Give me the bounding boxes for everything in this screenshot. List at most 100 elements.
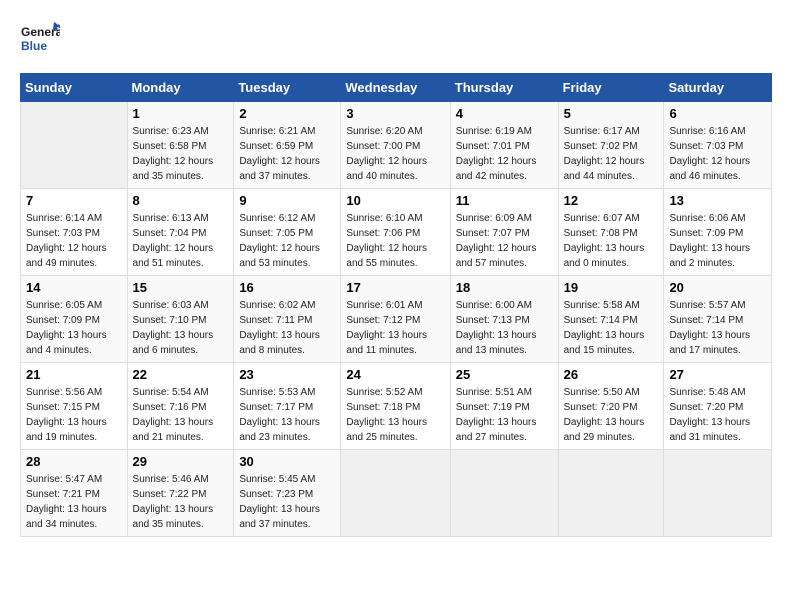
day-info: Sunrise: 6:13 AMSunset: 7:04 PMDaylight:… (133, 211, 229, 271)
day-number: 11 (456, 193, 553, 208)
calendar-week-row: 1Sunrise: 6:23 AMSunset: 6:58 PMDaylight… (21, 102, 772, 189)
svg-text:Blue: Blue (21, 39, 47, 53)
day-number: 10 (346, 193, 444, 208)
day-number: 22 (133, 367, 229, 382)
calendar-cell: 17 Sunrise: 6:01 AMSunset: 7:12 PMDayligh… (341, 276, 450, 363)
day-number: 16 (239, 280, 335, 295)
day-number: 23 (239, 367, 335, 382)
calendar-cell (450, 450, 558, 537)
weekday-header: Wednesday (341, 74, 450, 102)
calendar-cell (21, 102, 128, 189)
calendar-cell (558, 450, 664, 537)
weekday-header: Tuesday (234, 74, 341, 102)
calendar-cell: 20 Sunrise: 5:57 AMSunset: 7:14 PMDayligh… (664, 276, 772, 363)
day-number: 20 (669, 280, 766, 295)
day-info: Sunrise: 5:54 AMSunset: 7:16 PMDaylight:… (133, 385, 229, 445)
calendar-cell: 16Sunrise: 6:02 AMSunset: 7:11 PMDayligh… (234, 276, 341, 363)
calendar-cell (664, 450, 772, 537)
day-number: 30 (239, 454, 335, 469)
day-info: Sunrise: 5:52 AMSunset: 7:18 PMDaylight:… (346, 385, 444, 445)
day-number: 21 (26, 367, 122, 382)
calendar-cell: 27 Sunrise: 5:48 AMSunset: 7:20 PMDayligh… (664, 363, 772, 450)
day-number: 13 (669, 193, 766, 208)
day-info: Sunrise: 5:50 AMSunset: 7:20 PMDaylight:… (564, 385, 659, 445)
day-info: Sunrise: 5:53 AMSunset: 7:17 PMDaylight:… (239, 385, 335, 445)
weekday-header: Sunday (21, 74, 128, 102)
day-info: Sunrise: 6:17 AMSunset: 7:02 PMDaylight:… (564, 124, 659, 184)
day-number: 12 (564, 193, 659, 208)
day-number: 9 (239, 193, 335, 208)
day-info: Sunrise: 5:57 AMSunset: 7:14 PMDaylight:… (669, 298, 766, 358)
day-info: Sunrise: 6:05 AMSunset: 7:09 PMDaylight:… (26, 298, 122, 358)
calendar-cell: 23 Sunrise: 5:53 AMSunset: 7:17 PMDayligh… (234, 363, 341, 450)
calendar-cell: 30 Sunrise: 5:45 AMSunset: 7:23 PMDayligh… (234, 450, 341, 537)
day-info: Sunrise: 6:19 AMSunset: 7:01 PMDaylight:… (456, 124, 553, 184)
calendar-cell: 1Sunrise: 6:23 AMSunset: 6:58 PMDaylight… (127, 102, 234, 189)
calendar-cell: 5 Sunrise: 6:17 AMSunset: 7:02 PMDaylight… (558, 102, 664, 189)
calendar-cell: 7 Sunrise: 6:14 AMSunset: 7:03 PMDaylight… (21, 189, 128, 276)
day-number: 28 (26, 454, 122, 469)
day-number: 1 (133, 106, 229, 121)
day-number: 6 (669, 106, 766, 121)
day-info: Sunrise: 6:00 AMSunset: 7:13 PMDaylight:… (456, 298, 553, 358)
calendar-cell: 24 Sunrise: 5:52 AMSunset: 7:18 PMDayligh… (341, 363, 450, 450)
weekday-header: Friday (558, 74, 664, 102)
calendar-week-row: 14 Sunrise: 6:05 AMSunset: 7:09 PMDayligh… (21, 276, 772, 363)
calendar-cell: 12 Sunrise: 6:07 AMSunset: 7:08 PMDayligh… (558, 189, 664, 276)
day-info: Sunrise: 6:07 AMSunset: 7:08 PMDaylight:… (564, 211, 659, 271)
day-info: Sunrise: 6:14 AMSunset: 7:03 PMDaylight:… (26, 211, 122, 271)
weekday-header: Thursday (450, 74, 558, 102)
day-info: Sunrise: 6:09 AMSunset: 7:07 PMDaylight:… (456, 211, 553, 271)
calendar-cell: 13 Sunrise: 6:06 AMSunset: 7:09 PMDayligh… (664, 189, 772, 276)
day-number: 8 (133, 193, 229, 208)
page-header: General Blue (20, 20, 772, 63)
logo: General Blue (20, 20, 60, 63)
day-number: 3 (346, 106, 444, 121)
calendar-header-row: SundayMondayTuesdayWednesdayThursdayFrid… (21, 74, 772, 102)
day-info: Sunrise: 5:51 AMSunset: 7:19 PMDaylight:… (456, 385, 553, 445)
day-info: Sunrise: 5:45 AMSunset: 7:23 PMDaylight:… (239, 472, 335, 532)
day-info: Sunrise: 6:12 AMSunset: 7:05 PMDaylight:… (239, 211, 335, 271)
day-number: 18 (456, 280, 553, 295)
day-info: Sunrise: 6:01 AMSunset: 7:12 PMDaylight:… (346, 298, 444, 358)
calendar-cell: 8 Sunrise: 6:13 AMSunset: 7:04 PMDaylight… (127, 189, 234, 276)
calendar-cell: 18 Sunrise: 6:00 AMSunset: 7:13 PMDayligh… (450, 276, 558, 363)
logo-container: General Blue (20, 20, 60, 63)
day-info: Sunrise: 6:03 AMSunset: 7:10 PMDaylight:… (133, 298, 229, 358)
calendar-table: SundayMondayTuesdayWednesdayThursdayFrid… (20, 73, 772, 537)
day-number: 17 (346, 280, 444, 295)
calendar-week-row: 21 Sunrise: 5:56 AMSunset: 7:15 PMDayligh… (21, 363, 772, 450)
calendar-cell: 29Sunrise: 5:46 AMSunset: 7:22 PMDayligh… (127, 450, 234, 537)
day-number: 15 (133, 280, 229, 295)
day-number: 24 (346, 367, 444, 382)
calendar-week-row: 28 Sunrise: 5:47 AMSunset: 7:21 PMDayligh… (21, 450, 772, 537)
calendar-cell: 3Sunrise: 6:20 AMSunset: 7:00 PMDaylight… (341, 102, 450, 189)
day-info: Sunrise: 5:48 AMSunset: 7:20 PMDaylight:… (669, 385, 766, 445)
day-info: Sunrise: 6:10 AMSunset: 7:06 PMDaylight:… (346, 211, 444, 271)
logo-graphic: General Blue (20, 20, 60, 63)
day-number: 7 (26, 193, 122, 208)
calendar-cell: 14 Sunrise: 6:05 AMSunset: 7:09 PMDayligh… (21, 276, 128, 363)
weekday-header: Saturday (664, 74, 772, 102)
calendar-cell (341, 450, 450, 537)
day-info: Sunrise: 5:58 AMSunset: 7:14 PMDaylight:… (564, 298, 659, 358)
day-number: 5 (564, 106, 659, 121)
day-number: 19 (564, 280, 659, 295)
day-info: Sunrise: 5:47 AMSunset: 7:21 PMDaylight:… (26, 472, 122, 532)
calendar-cell: 26Sunrise: 5:50 AMSunset: 7:20 PMDayligh… (558, 363, 664, 450)
calendar-cell: 6Sunrise: 6:16 AMSunset: 7:03 PMDaylight… (664, 102, 772, 189)
calendar-week-row: 7 Sunrise: 6:14 AMSunset: 7:03 PMDaylight… (21, 189, 772, 276)
day-number: 4 (456, 106, 553, 121)
calendar-cell: 28 Sunrise: 5:47 AMSunset: 7:21 PMDayligh… (21, 450, 128, 537)
day-number: 27 (669, 367, 766, 382)
calendar-cell: 2Sunrise: 6:21 AMSunset: 6:59 PMDaylight… (234, 102, 341, 189)
day-info: Sunrise: 6:06 AMSunset: 7:09 PMDaylight:… (669, 211, 766, 271)
calendar-cell: 19 Sunrise: 5:58 AMSunset: 7:14 PMDayligh… (558, 276, 664, 363)
day-info: Sunrise: 5:56 AMSunset: 7:15 PMDaylight:… (26, 385, 122, 445)
calendar-cell: 15 Sunrise: 6:03 AMSunset: 7:10 PMDayligh… (127, 276, 234, 363)
calendar-cell: 10 Sunrise: 6:10 AMSunset: 7:06 PMDayligh… (341, 189, 450, 276)
calendar-cell: 4 Sunrise: 6:19 AMSunset: 7:01 PMDaylight… (450, 102, 558, 189)
day-info: Sunrise: 5:46 AMSunset: 7:22 PMDaylight:… (133, 472, 229, 532)
day-number: 14 (26, 280, 122, 295)
day-number: 2 (239, 106, 335, 121)
